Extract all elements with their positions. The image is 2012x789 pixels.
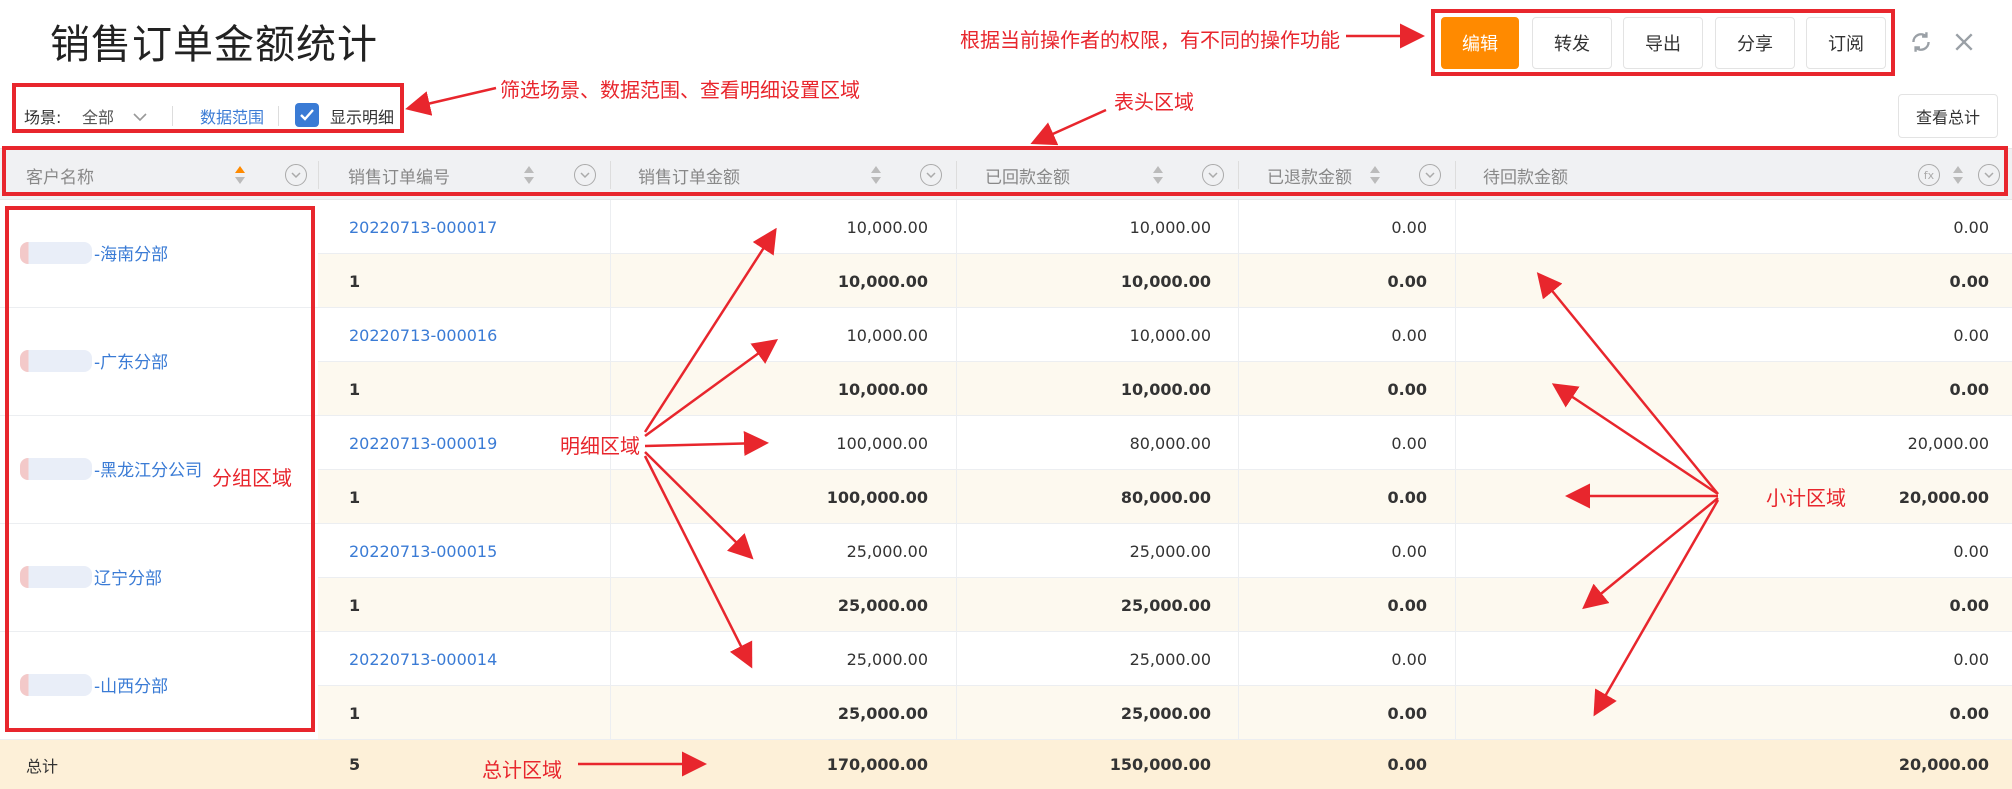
subtotal-row: 1 25,000.00 25,000.00 0.00 0.00 <box>318 578 2012 632</box>
annotation-group-note: 分组区域 <box>212 466 292 490</box>
refunded-amount: 0.00 <box>1391 325 1427 345</box>
annotation-box-header <box>2 146 2008 196</box>
annotation-box-filter <box>12 83 404 133</box>
detail-row: 20220713-000017 10,000.00 10,000.00 0.00 0.0… <box>318 200 2012 254</box>
refunded-amount: 0.00 <box>1391 433 1427 453</box>
annotation-box-actions <box>1431 9 1895 76</box>
total-received: 150,000.00 <box>1109 755 1211 774</box>
column-divider <box>1238 200 1239 740</box>
subtotal-received: 25,000.00 <box>1120 595 1211 615</box>
subtotal-refunded: 0.00 <box>1387 379 1427 399</box>
subtotal-received: 80,000.00 <box>1120 487 1211 507</box>
received-amount: 80,000.00 <box>1129 433 1211 453</box>
subtotal-received: 10,000.00 <box>1120 271 1211 291</box>
subtotal-refunded: 0.00 <box>1387 487 1427 507</box>
pending-amount: 20,000.00 <box>1907 433 1989 453</box>
subtotal-row: 1 10,000.00 10,000.00 0.00 0.00 <box>318 362 2012 416</box>
subtotal-refunded: 0.00 <box>1387 703 1427 723</box>
refunded-amount: 0.00 <box>1391 541 1427 561</box>
subtotal-row: 1 25,000.00 25,000.00 0.00 0.00 <box>318 686 2012 740</box>
detail-row: 20220713-000016 10,000.00 10,000.00 0.00 0.0… <box>318 308 2012 362</box>
subtotal-amount: 10,000.00 <box>837 379 928 399</box>
subtotal-refunded: 0.00 <box>1387 271 1427 291</box>
pending-amount: 0.00 <box>1953 325 1989 345</box>
annotation-filter-note: 筛选场景、数据范围、查看明细设置区域 <box>500 78 860 102</box>
subtotal-amount: 100,000.00 <box>826 487 928 507</box>
subtotal-pending: 0.00 <box>1949 379 1989 399</box>
subtotal-count: 1 <box>349 703 361 723</box>
refresh-icon[interactable] <box>1905 26 1937 58</box>
subtotal-row: 1 100,000.00 80,000.00 0.00 20,000.00 <box>318 470 2012 524</box>
pending-amount: 0.00 <box>1953 217 1989 237</box>
detail-row: 20220713-000014 25,000.00 25,000.00 0.00 0.0… <box>318 632 2012 686</box>
subtotal-row: 1 10,000.00 10,000.00 0.00 0.00 <box>318 254 2012 308</box>
subtotal-count: 1 <box>349 379 361 399</box>
order-no-link[interactable]: 20220713-000019 <box>349 416 497 470</box>
order-no-link[interactable]: 20220713-000015 <box>349 524 497 578</box>
subtotal-amount: 25,000.00 <box>837 595 928 615</box>
pending-amount: 0.00 <box>1953 541 1989 561</box>
column-divider <box>956 200 957 740</box>
order-amount: 10,000.00 <box>846 325 928 345</box>
received-amount: 10,000.00 <box>1129 217 1211 237</box>
order-no-link[interactable]: 20220713-000016 <box>349 308 497 362</box>
subtotal-pending: 20,000.00 <box>1898 487 1989 507</box>
total-amount: 170,000.00 <box>826 755 928 774</box>
refunded-amount: 0.00 <box>1391 649 1427 669</box>
column-divider <box>1455 200 1456 740</box>
received-amount: 10,000.00 <box>1129 325 1211 345</box>
annotation-actions-note: 根据当前操作者的权限，有不同的操作功能 <box>960 28 1340 52</box>
total-label: 总计 <box>26 756 59 776</box>
total-pending: 20,000.00 <box>1898 755 1989 774</box>
close-icon[interactable] <box>1948 26 1980 58</box>
total-refunded: 0.00 <box>1387 755 1427 774</box>
subtotal-count: 1 <box>349 487 361 507</box>
subtotal-refunded: 0.00 <box>1387 595 1427 615</box>
annotation-header-note: 表头区域 <box>1114 90 1194 114</box>
annotation-subtotal-note: 小计区域 <box>1766 486 1846 510</box>
total-row: 总计 5 170,000.00 150,000.00 0.00 20,000.0… <box>0 740 2012 789</box>
received-amount: 25,000.00 <box>1129 649 1211 669</box>
subtotal-amount: 25,000.00 <box>837 703 928 723</box>
subtotal-received: 25,000.00 <box>1120 703 1211 723</box>
refunded-amount: 0.00 <box>1391 217 1427 237</box>
subtotal-count: 1 <box>349 595 361 615</box>
received-amount: 25,000.00 <box>1129 541 1211 561</box>
pending-amount: 0.00 <box>1953 649 1989 669</box>
order-amount: 10,000.00 <box>846 217 928 237</box>
subtotal-pending: 0.00 <box>1949 595 1989 615</box>
order-amount: 25,000.00 <box>846 649 928 669</box>
subtotal-pending: 0.00 <box>1949 271 1989 291</box>
page-title: 销售订单金额统计 <box>50 22 378 68</box>
detail-row: 20220713-000015 25,000.00 25,000.00 0.00 0.0… <box>318 524 2012 578</box>
annotation-detail-note: 明细区域 <box>560 434 640 458</box>
order-amount: 100,000.00 <box>836 433 928 453</box>
column-divider <box>610 200 611 740</box>
subtotal-amount: 10,000.00 <box>837 271 928 291</box>
order-amount: 25,000.00 <box>846 541 928 561</box>
order-no-link[interactable]: 20220713-000017 <box>349 200 497 254</box>
subtotal-received: 10,000.00 <box>1120 379 1211 399</box>
view-total-button[interactable]: 查看总计 <box>1898 94 1998 138</box>
order-no-link[interactable]: 20220713-000014 <box>349 632 497 686</box>
total-count: 5 <box>349 755 361 774</box>
subtotal-count: 1 <box>349 271 361 291</box>
annotation-total-note: 总计区域 <box>482 758 562 782</box>
subtotal-pending: 0.00 <box>1949 703 1989 723</box>
